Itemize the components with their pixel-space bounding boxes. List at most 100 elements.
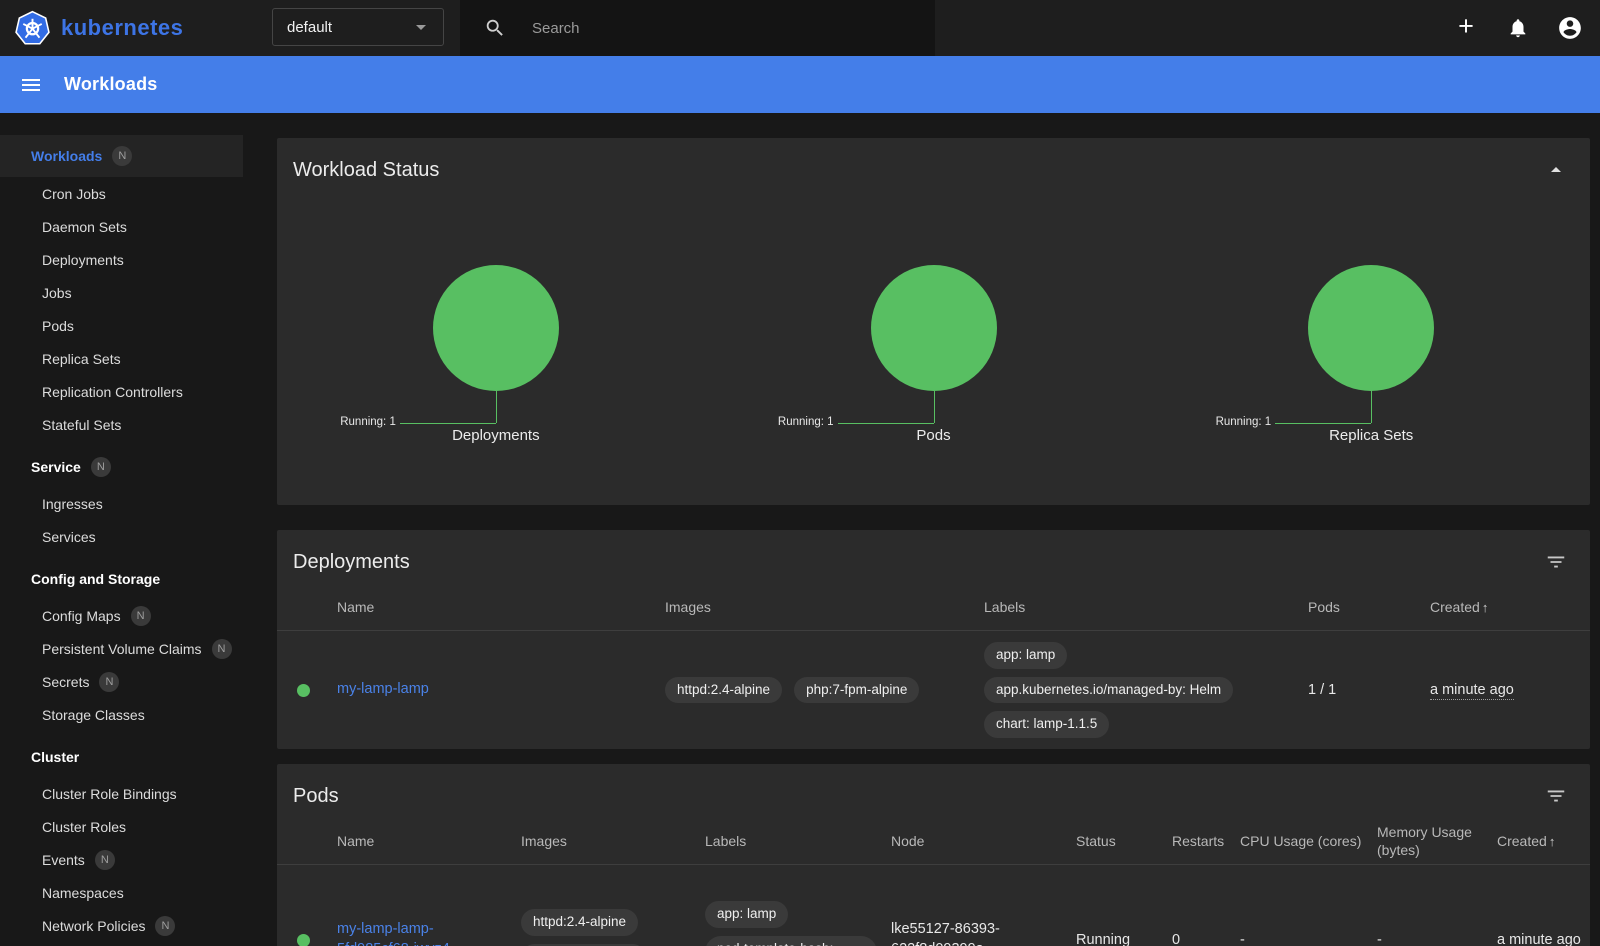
image-chip: httpd:2.4-alpine — [665, 677, 782, 704]
label-chip: app: lamp — [705, 901, 788, 928]
search-bar[interactable] — [460, 0, 935, 56]
sidebar-item-storage-classes[interactable]: Storage Classes — [0, 698, 243, 731]
deployments-title: Deployments — [293, 551, 410, 574]
sidebar-item-label: Deployments — [42, 252, 124, 268]
bell-icon — [1507, 17, 1529, 39]
sidebar-item-label: Cluster — [31, 749, 79, 765]
column-header-status[interactable]: Status — [1076, 833, 1172, 851]
sort-ascending-icon: ↑ — [1549, 834, 1556, 849]
column-header-created[interactable]: Created↑ — [1430, 599, 1590, 617]
sidebar-item-label: Config and Storage — [31, 571, 160, 587]
account-button[interactable] — [1556, 14, 1584, 42]
pod-row: my-lamp-lamp-5fd985cf68-jwvz4 httpd:2.4-… — [277, 865, 1590, 946]
label-chip: app.kubernetes.io/managed-by: Helm — [984, 677, 1233, 704]
deployment-row: my-lamp-lamp httpd:2.4-alpine php:7-fpm-… — [277, 631, 1590, 749]
sidebar-item-cron-jobs[interactable]: Cron Jobs — [0, 177, 243, 210]
sidebar-item-network-policies[interactable]: Network Policies N — [0, 909, 243, 942]
sidebar-item-deployments[interactable]: Deployments — [0, 243, 243, 276]
column-header-name[interactable]: Name — [337, 833, 521, 851]
legend-label: Running: 1 — [778, 416, 834, 428]
sidebar-item-daemon-sets[interactable]: Daemon Sets — [0, 210, 243, 243]
arrow-up-icon — [1544, 158, 1568, 182]
column-header-pods[interactable]: Pods — [1308, 599, 1430, 617]
sidebar-item-label: Service — [31, 459, 81, 475]
column-header-cpu[interactable]: CPU Usage (cores) — [1240, 833, 1377, 851]
pod-restarts: 0 — [1172, 932, 1240, 946]
filter-pods-button[interactable] — [1542, 782, 1570, 810]
new-badge: N — [95, 850, 115, 870]
sidebar-item-label: Daemon Sets — [42, 219, 127, 235]
sidebar-item-label: Ingresses — [42, 496, 103, 512]
account-circle-icon — [1557, 15, 1583, 41]
sidebar-item-config-maps[interactable]: Config Maps N — [0, 599, 243, 632]
sidebar-item-service[interactable]: Service N — [0, 447, 243, 487]
pods-card: Pods Name Images Labels Node Status Rest… — [277, 764, 1590, 946]
label-chip: pod-template-hash: 5fd985cf68 — [705, 936, 877, 946]
pie-running-slice[interactable] — [433, 265, 559, 391]
create-resource-button[interactable]: + — [1452, 14, 1480, 42]
sidebar-item-pods[interactable]: Pods — [0, 309, 243, 342]
pods-pie-chart: Running: 1 Pods — [715, 265, 1153, 485]
deployment-name-link[interactable]: my-lamp-lamp — [337, 681, 429, 697]
top-bar: kubernetes default + — [0, 0, 1600, 56]
column-header-labels[interactable]: Labels — [705, 833, 891, 851]
created-time[interactable]: a minute ago — [1497, 932, 1581, 946]
pods-table-header: Name Images Labels Node Status Restarts … — [277, 819, 1590, 865]
sidebar-item-replication-controllers[interactable]: Replication Controllers — [0, 375, 243, 408]
sidebar-item-label: Services — [42, 529, 96, 545]
chevron-down-icon — [409, 15, 433, 39]
sidebar-item-cluster-roles[interactable]: Cluster Roles — [0, 810, 243, 843]
sort-ascending-icon: ↑ — [1482, 600, 1489, 615]
sidebar-item-namespaces[interactable]: Namespaces — [0, 876, 243, 909]
sidebar-item-label: Storage Classes — [42, 707, 145, 723]
sidebar-item-persistent-volume-claims[interactable]: Persistent Volume Claims N — [0, 632, 243, 665]
sidebar-item-cluster-role-bindings[interactable]: Cluster Role Bindings — [0, 777, 243, 810]
created-time[interactable]: a minute ago — [1430, 682, 1514, 700]
column-header-labels[interactable]: Labels — [984, 599, 1308, 617]
kubernetes-brand[interactable]: kubernetes — [14, 10, 183, 46]
sidebar-item-services[interactable]: Services — [0, 520, 243, 553]
namespace-value: default — [287, 19, 409, 36]
column-header-restarts[interactable]: Restarts — [1172, 833, 1240, 851]
column-header-memory[interactable]: Memory Usage (bytes) — [1377, 824, 1497, 859]
legend-leader-line — [1275, 423, 1371, 424]
sidebar-item-secrets[interactable]: Secrets N — [0, 665, 243, 698]
sidebar-item-jobs[interactable]: Jobs — [0, 276, 243, 309]
pie-running-slice[interactable] — [1308, 265, 1434, 391]
sidebar-item-label: Cluster Role Bindings — [42, 786, 177, 802]
pie-running-slice[interactable] — [871, 265, 997, 391]
column-header-created[interactable]: Created↑ — [1497, 833, 1590, 851]
sidebar-item-label: Replication Controllers — [42, 384, 183, 400]
sidebar-item-stateful-sets[interactable]: Stateful Sets — [0, 408, 243, 441]
page-title: Workloads — [64, 74, 158, 95]
sidebar-item-label: Cron Jobs — [42, 186, 106, 202]
sidebar-item-replica-sets[interactable]: Replica Sets — [0, 342, 243, 375]
column-header-images[interactable]: Images — [521, 833, 705, 851]
sidebar-section-cluster[interactable]: Cluster — [0, 737, 243, 777]
column-header-images[interactable]: Images — [665, 599, 984, 617]
filter-icon — [1545, 551, 1567, 573]
legend-leader-line — [934, 391, 935, 423]
menu-button[interactable] — [17, 71, 45, 99]
notifications-button[interactable] — [1504, 14, 1532, 42]
new-badge: N — [112, 146, 132, 166]
sidebar-section-config-and-storage[interactable]: Config and Storage — [0, 559, 243, 599]
sidebar-item-ingresses[interactable]: Ingresses — [0, 487, 243, 520]
pod-name-link[interactable]: my-lamp-lamp-5fd985cf68-jwvz4 — [337, 921, 450, 946]
sidebar-item-label: Workloads — [31, 148, 102, 164]
legend-leader-line — [1371, 391, 1372, 423]
pod-cpu-usage: - — [1240, 932, 1377, 946]
new-badge: N — [131, 606, 151, 626]
column-header-node[interactable]: Node — [891, 833, 1076, 851]
sidebar-item-events[interactable]: Events N — [0, 843, 243, 876]
new-badge: N — [99, 672, 119, 692]
filter-deployments-button[interactable] — [1542, 548, 1570, 576]
sidebar-item-label: Cluster Roles — [42, 819, 126, 835]
column-header-name[interactable]: Name — [337, 599, 665, 617]
main-content: Workload Status Running: 1 Deployments — [262, 113, 1600, 946]
sidebar-item-workloads[interactable]: Workloads N — [0, 135, 243, 177]
collapse-card-button[interactable] — [1542, 156, 1570, 184]
legend-leader-line — [838, 423, 934, 424]
search-input[interactable] — [530, 19, 890, 38]
namespace-selector[interactable]: default — [272, 8, 444, 46]
